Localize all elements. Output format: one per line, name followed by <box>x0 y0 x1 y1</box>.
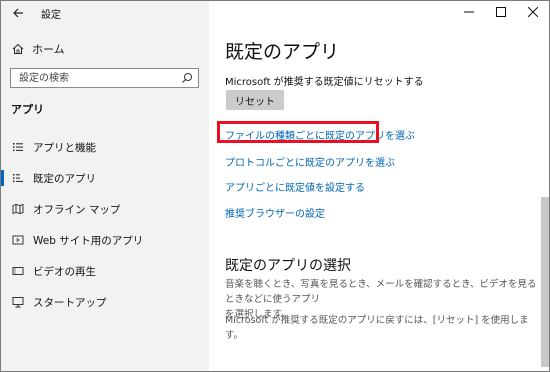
sidebar-item-label: オフライン マップ <box>33 203 121 216</box>
highlight-annotation <box>217 121 379 143</box>
description-line: 音楽を聴くとき、写真を見るとき、メールを確認するとき、ビデオを見るときなどに使う… <box>225 279 537 305</box>
video-icon <box>11 264 25 278</box>
reset-button[interactable]: リセット <box>226 90 284 110</box>
minimize-button[interactable] <box>453 1 485 23</box>
search-icon[interactable] <box>181 72 193 84</box>
section-label-apps: アプリ <box>11 103 44 116</box>
link-set-defaults-by-app[interactable]: アプリごとに既定値を設定する <box>225 179 365 194</box>
close-icon <box>528 7 538 17</box>
maximize-button[interactable] <box>485 1 517 23</box>
home-label: ホーム <box>32 43 65 56</box>
sidebar-item-label: Web サイト用のアプリ <box>33 234 144 247</box>
sidebar-item-startup[interactable]: スタートアップ <box>1 289 209 315</box>
title-bar-left: 設定 <box>1 1 209 25</box>
sidebar-item-offline-maps[interactable]: オフライン マップ <box>1 196 209 222</box>
close-button[interactable] <box>517 1 549 23</box>
default-apps-icon <box>11 171 25 185</box>
section-title-choose-defaults: 既定のアプリの選択 <box>225 258 351 274</box>
minimize-icon <box>464 11 474 13</box>
home-icon <box>12 43 24 55</box>
search-input[interactable] <box>11 69 179 87</box>
sidebar-item-label: アプリと機能 <box>33 141 96 154</box>
settings-window: 設定 ホーム アプリ <box>0 0 550 372</box>
reset-note-text: Microsoft が推奨する既定のアプリに戻すには、[リセット] を使用します… <box>225 315 529 341</box>
page-title: 既定のアプリ <box>225 41 340 63</box>
sidebar-item-label: ビデオの再生 <box>33 265 96 278</box>
list-icon <box>11 140 25 154</box>
window-controls <box>453 1 549 25</box>
sidebar-item-video-playback[interactable]: ビデオの再生 <box>1 258 209 284</box>
back-button[interactable] <box>7 3 29 23</box>
sidebar: 設定 ホーム アプリ <box>1 1 209 371</box>
sidebar-item-web-apps[interactable]: Web サイト用のアプリ <box>1 227 209 253</box>
link-recommended-browser[interactable]: 推奨ブラウザーの設定 <box>225 205 325 220</box>
main-content: 既定のアプリ Microsoft が推奨する既定値にリセットする リセット ファ… <box>209 1 549 371</box>
web-apps-icon <box>11 233 25 247</box>
startup-icon <box>11 295 25 309</box>
link-choose-by-protocol[interactable]: プロトコルごとに既定のアプリを選ぶ <box>225 154 395 169</box>
window-title: 設定 <box>41 10 61 21</box>
scrollbar-thumb[interactable] <box>541 197 549 367</box>
sidebar-item-label: 既定のアプリ <box>33 172 96 185</box>
sidebar-item-home[interactable]: ホーム <box>1 37 209 61</box>
maximize-icon <box>496 7 506 17</box>
reset-description: Microsoft が推奨する既定値にリセットする <box>225 77 424 88</box>
sidebar-item-label: スタートアップ <box>33 296 107 309</box>
sidebar-item-default-apps[interactable]: 既定のアプリ <box>1 165 209 191</box>
sidebar-item-apps-features[interactable]: アプリと機能 <box>1 134 209 160</box>
map-icon <box>11 202 25 216</box>
settings-search[interactable] <box>10 68 199 88</box>
back-arrow-icon <box>13 8 23 18</box>
